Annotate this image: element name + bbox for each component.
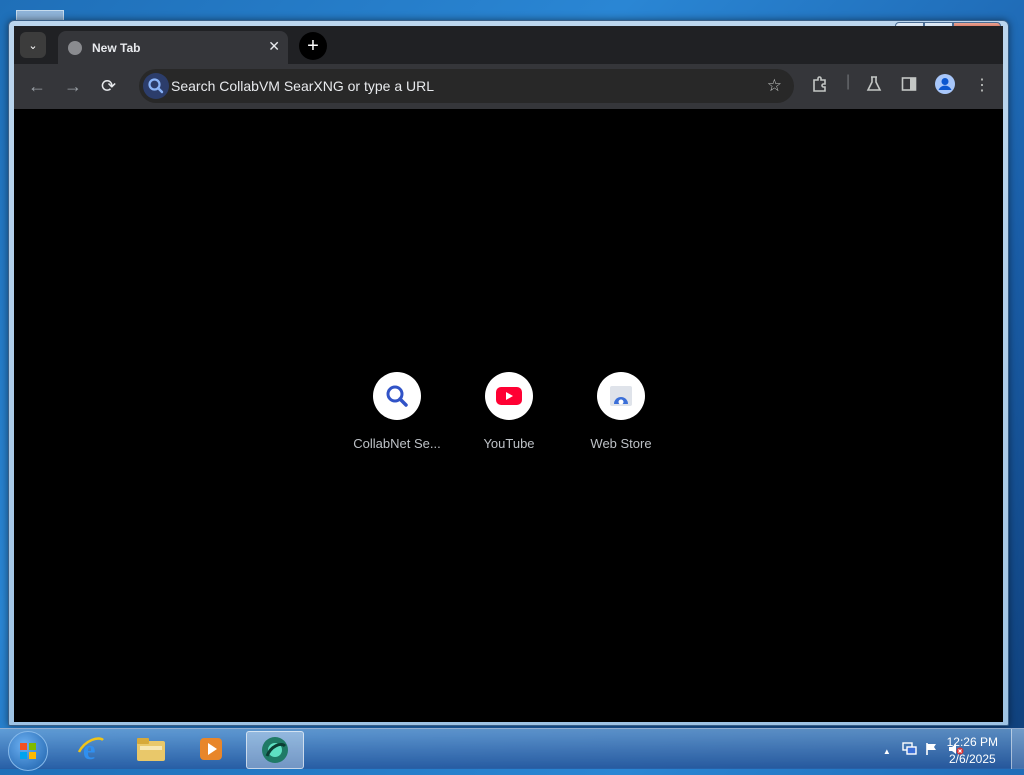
shortcut-youtube[interactable]: YouTube (453, 372, 565, 451)
start-button[interactable] (8, 731, 48, 771)
labs-flask-icon[interactable] (865, 75, 883, 98)
forward-button[interactable]: → (64, 76, 82, 97)
youtube-icon (485, 372, 533, 420)
new-tab-page: CollabNet Se... YouTube Web Store (14, 109, 1003, 722)
show-desktop-button[interactable] (1011, 729, 1024, 769)
network-icon[interactable] (902, 742, 921, 759)
search-icon (373, 372, 421, 420)
tab-search-button[interactable]: ⌄ (20, 32, 46, 58)
shortcut-label: CollabNet Se... (353, 436, 441, 451)
show-hidden-icons-arrow[interactable]: ▲ (883, 747, 891, 756)
back-button[interactable]: ← (28, 76, 46, 97)
file-explorer-taskbar-icon[interactable] (124, 731, 178, 767)
profile-avatar-icon[interactable] (934, 73, 956, 100)
tab-close-button[interactable]: ✕ (268, 38, 280, 55)
action-center-flag-icon[interactable] (925, 743, 942, 759)
browser-taskbar-icon[interactable] (246, 731, 304, 769)
tab-title: New Tab (92, 41, 141, 55)
shortcut-web-store[interactable]: Web Store (565, 372, 677, 451)
chevron-down-icon: ⌄ (28, 39, 38, 52)
clock-time: 12:26 PM (946, 735, 998, 749)
address-bar-placeholder: Search CollabVM SearXNG or type a URL (171, 78, 434, 94)
taskbar: e ▲ 12:26 PM 2/6/2025 (0, 728, 1024, 771)
toolbar-divider: | (846, 73, 851, 90)
bookmark-star-icon[interactable]: ☆ (767, 76, 782, 96)
tab-strip: ⌄ New Tab ✕ + (14, 26, 1003, 64)
browser-window: – ❐ ✕ ⌄ New Tab ✕ + ← → ⟳ Search CollabV… (8, 20, 1009, 726)
media-player-taskbar-icon[interactable] (184, 731, 238, 767)
internet-explorer-taskbar-icon[interactable]: e (64, 731, 118, 767)
menu-kebab-icon[interactable]: ⋮ (974, 75, 990, 95)
shortcut-label: Web Store (590, 436, 652, 451)
clock-date: 2/6/2025 (948, 752, 996, 766)
side-panel-icon[interactable] (900, 75, 918, 98)
shortcut-label: YouTube (483, 436, 535, 451)
webstore-icon (597, 372, 645, 420)
globe-icon (68, 41, 82, 55)
new-tab-button[interactable]: + (299, 32, 327, 60)
tab-new-tab[interactable]: New Tab ✕ (58, 31, 288, 64)
address-bar[interactable]: Search CollabVM SearXNG or type a URL ☆ (139, 69, 794, 103)
browser-toolbar: ← → ⟳ Search CollabVM SearXNG or type a … (14, 64, 1003, 109)
taskbar-clock[interactable]: 12:26 PM 2/6/2025 (947, 734, 998, 768)
search-icon (143, 73, 169, 99)
extensions-icon[interactable] (811, 75, 829, 98)
reload-button[interactable]: ⟳ (101, 76, 116, 97)
shortcut-collabnet[interactable]: CollabNet Se... (341, 372, 453, 451)
